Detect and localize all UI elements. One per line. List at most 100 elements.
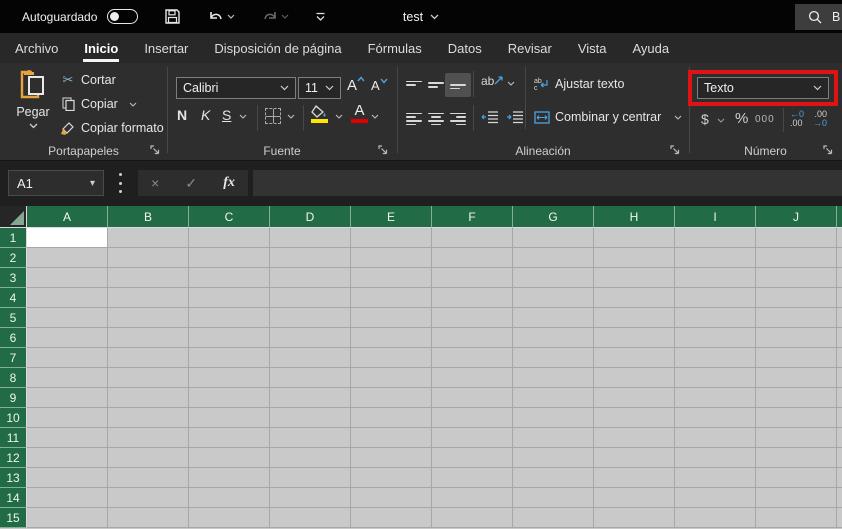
increase-decimal-button[interactable]: ←0 .00 — [790, 110, 804, 128]
cell-C4[interactable] — [189, 288, 270, 308]
cell-J14[interactable] — [756, 488, 837, 508]
row-header-3[interactable]: 3 — [0, 268, 27, 288]
cell-A12[interactable] — [27, 448, 108, 468]
cell-F11[interactable] — [432, 428, 513, 448]
cell-B5[interactable] — [108, 308, 189, 328]
cell-I2[interactable] — [675, 248, 756, 268]
number-format-dropdown-icon[interactable] — [813, 85, 822, 91]
formula-input[interactable] — [253, 170, 842, 196]
borders-button[interactable] — [265, 108, 281, 124]
cell-I10[interactable] — [675, 408, 756, 428]
cell-G6[interactable] — [513, 328, 594, 348]
cell-J6[interactable] — [756, 328, 837, 348]
cell-G14[interactable] — [513, 488, 594, 508]
cancel-icon[interactable]: × — [151, 175, 159, 191]
cell-J15[interactable] — [756, 508, 837, 528]
cell-J12[interactable] — [756, 448, 837, 468]
cell-A10[interactable] — [27, 408, 108, 428]
cell-C2[interactable] — [189, 248, 270, 268]
cell-G12[interactable] — [513, 448, 594, 468]
cell-G10[interactable] — [513, 408, 594, 428]
tab-archivo[interactable]: Archivo — [2, 33, 71, 63]
cell-J5[interactable] — [756, 308, 837, 328]
cell-J8[interactable] — [756, 368, 837, 388]
cell-F14[interactable] — [432, 488, 513, 508]
cell-C7[interactable] — [189, 348, 270, 368]
cell-H13[interactable] — [594, 468, 675, 488]
cell-E15[interactable] — [351, 508, 432, 528]
cell-I7[interactable] — [675, 348, 756, 368]
cell-D13[interactable] — [270, 468, 351, 488]
cell-C1[interactable] — [189, 228, 270, 248]
row-header-6[interactable]: 6 — [0, 328, 27, 348]
italic-button[interactable]: K — [201, 107, 210, 123]
cell-C11[interactable] — [189, 428, 270, 448]
cell-G2[interactable] — [513, 248, 594, 268]
dialog-launcher-alineacion[interactable] — [669, 143, 683, 157]
cell-A3[interactable] — [27, 268, 108, 288]
cell-A5[interactable] — [27, 308, 108, 328]
font-color-button[interactable]: A — [351, 103, 368, 123]
cell-G9[interactable] — [513, 388, 594, 408]
cell-D1[interactable] — [270, 228, 351, 248]
column-header-D[interactable]: D — [270, 206, 351, 228]
cell-A15[interactable] — [27, 508, 108, 528]
cell-H9[interactable] — [594, 388, 675, 408]
formula-bar-handle-icon[interactable] — [118, 173, 122, 193]
cell-H5[interactable] — [594, 308, 675, 328]
cell-E1[interactable] — [351, 228, 432, 248]
dialog-launcher-fuente[interactable] — [377, 143, 391, 157]
comma-style-button[interactable]: 000 — [755, 114, 775, 125]
cell-D10[interactable] — [270, 408, 351, 428]
name-box-dropdown-icon[interactable]: ▾ — [90, 178, 95, 189]
cell-J13[interactable] — [756, 468, 837, 488]
row-header-13[interactable]: 13 — [0, 468, 27, 488]
column-header-H[interactable]: H — [594, 206, 675, 228]
cell-F8[interactable] — [432, 368, 513, 388]
currency-dropdown-icon[interactable] — [717, 118, 725, 123]
search-box[interactable]: B — [795, 4, 842, 30]
cell-E2[interactable] — [351, 248, 432, 268]
cell-G5[interactable] — [513, 308, 594, 328]
cell-B3[interactable] — [108, 268, 189, 288]
cell-D5[interactable] — [270, 308, 351, 328]
increase-font-button[interactable]: A — [347, 76, 365, 94]
cell-B2[interactable] — [108, 248, 189, 268]
cell-F3[interactable] — [432, 268, 513, 288]
cell-A14[interactable] — [27, 488, 108, 508]
cell-F7[interactable] — [432, 348, 513, 368]
cell-H10[interactable] — [594, 408, 675, 428]
cell-C12[interactable] — [189, 448, 270, 468]
tab-inicio[interactable]: Inicio — [71, 33, 131, 63]
cell-D7[interactable] — [270, 348, 351, 368]
borders-dropdown-icon[interactable] — [287, 114, 295, 119]
increase-indent-button[interactable] — [506, 110, 524, 129]
row-header-2[interactable]: 2 — [0, 248, 27, 268]
column-header-A[interactable]: A — [27, 206, 108, 228]
row-header-8[interactable]: 8 — [0, 368, 27, 388]
cell-H1[interactable] — [594, 228, 675, 248]
cell-B9[interactable] — [108, 388, 189, 408]
orientation-dropdown-icon[interactable] — [507, 81, 515, 86]
cell-J4[interactable] — [756, 288, 837, 308]
cell-A9[interactable] — [27, 388, 108, 408]
cell-G4[interactable] — [513, 288, 594, 308]
select-all-button[interactable] — [0, 206, 27, 228]
paste-button[interactable]: Pegar — [10, 68, 56, 146]
font-color-dropdown-icon[interactable] — [371, 114, 379, 119]
cell-H4[interactable] — [594, 288, 675, 308]
cell-D12[interactable] — [270, 448, 351, 468]
tab-vista[interactable]: Vista — [565, 33, 620, 63]
cell-D4[interactable] — [270, 288, 351, 308]
cell-C15[interactable] — [189, 508, 270, 528]
format-painter-button[interactable]: Copiar formato — [60, 120, 164, 136]
tab-disposición-de-página[interactable]: Disposición de página — [201, 33, 354, 63]
cell-G11[interactable] — [513, 428, 594, 448]
cell-G1[interactable] — [513, 228, 594, 248]
title-dropdown-icon[interactable] — [430, 14, 439, 20]
cell-B6[interactable] — [108, 328, 189, 348]
percent-button[interactable]: % — [735, 110, 748, 127]
currency-button[interactable]: $ — [701, 111, 709, 127]
cell-I9[interactable] — [675, 388, 756, 408]
cell-C3[interactable] — [189, 268, 270, 288]
